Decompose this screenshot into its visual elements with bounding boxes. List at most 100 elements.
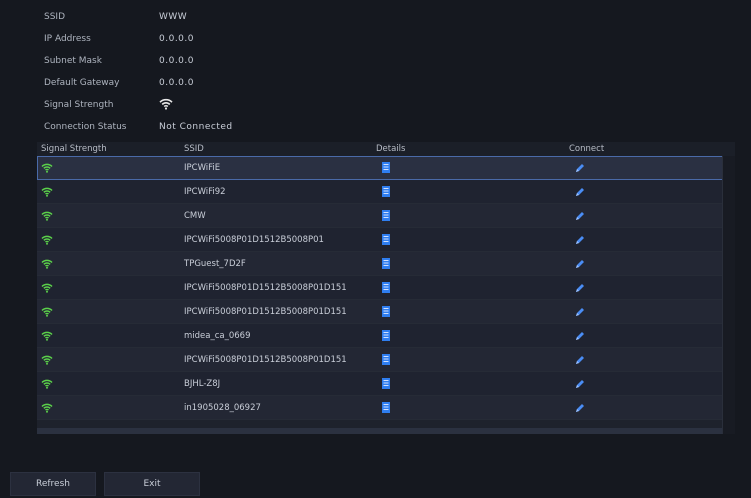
connection-status-value: Not Connected [159,122,233,132]
details-icon[interactable] [382,258,390,269]
ssid-cell: CMW [184,210,206,221]
table-row[interactable]: CMW [37,204,723,228]
details-cell [376,162,569,173]
connect-cell [569,355,709,365]
signal-cell [37,379,184,389]
table-row[interactable]: in1905028_06927 [37,396,723,420]
exit-button[interactable]: Exit [104,472,200,496]
table-body: IPCWiFiE IPCWiFi92 CMW IPCWiFi5008P01D1512B… [37,156,723,420]
details-cell [376,210,569,221]
details-icon[interactable] [382,210,390,221]
table-row[interactable]: IPCWiFi5008P01D1512B5008P01D151 [37,276,723,300]
vertical-scrollbar[interactable] [722,156,735,434]
details-cell [376,306,569,317]
pen-icon[interactable] [575,283,585,293]
details-cell [376,378,569,389]
details-cell [376,402,569,413]
table-row[interactable]: TPGuest_7D2F [37,252,723,276]
details-icon[interactable] [382,306,390,317]
refresh-button[interactable]: Refresh [10,472,96,496]
details-icon[interactable] [382,402,390,413]
wifi-signal-icon [41,355,53,365]
connect-cell [569,235,709,245]
details-cell [376,282,569,293]
wifi-signal-icon [41,235,53,245]
header-signal-strength: Signal Strength [41,144,107,154]
table-row[interactable]: IPCWiFiE [37,156,723,180]
pen-icon[interactable] [575,379,585,389]
details-cell [376,330,569,341]
pen-icon[interactable] [575,307,585,317]
info-row-ip: IP Address 0.0.0.0 [44,28,233,50]
wifi-signal-icon [41,331,53,341]
signal-cell [37,331,184,341]
ssid-label: SSID [44,12,66,22]
signal-cell [37,211,184,221]
pen-icon[interactable] [575,187,585,197]
subnet-mask-label: Subnet Mask [44,56,102,66]
info-row-mask: Subnet Mask 0.0.0.0 [44,50,233,72]
table-header: Signal Strength SSID Details Connect [37,142,735,157]
details-cell [376,186,569,197]
ssid-cell: IPCWiFiE [184,162,221,173]
connect-cell [569,403,709,413]
details-icon[interactable] [382,234,390,245]
table-row[interactable]: IPCWiFi92 [37,180,723,204]
wifi-signal-icon [159,98,173,113]
connect-cell [569,283,709,293]
horizontal-scrollbar[interactable] [37,428,723,434]
connect-cell [569,307,709,317]
default-gateway-label: Default Gateway [44,78,120,88]
ip-address-label: IP Address [44,34,91,44]
wifi-signal-icon [41,259,53,269]
header-ssid: SSID [184,144,204,154]
ssid-cell: midea_ca_0669 [184,330,251,341]
details-cell [376,234,569,245]
ssid-cell: IPCWiFi5008P01D1512B5008P01D151 [184,354,347,365]
pen-icon[interactable] [575,235,585,245]
signal-cell [37,403,184,413]
pen-icon[interactable] [575,355,585,365]
connect-cell [569,187,709,197]
connect-cell [569,163,709,173]
details-cell [376,354,569,365]
details-icon[interactable] [382,282,390,293]
pen-icon[interactable] [575,163,585,173]
ssid-cell: IPCWiFi5008P01D1512B5008P01D151 [184,306,347,317]
details-icon[interactable] [382,162,390,173]
info-row-ssid: SSID WWW [44,6,233,28]
subnet-mask-value: 0.0.0.0 [159,56,194,66]
info-row-signal: Signal Strength [44,94,233,116]
details-cell [376,258,569,269]
connection-status-label: Connection Status [44,122,127,132]
default-gateway-value: 0.0.0.0 [159,78,194,88]
pen-icon[interactable] [575,331,585,341]
table-row[interactable]: midea_ca_0669 [37,324,723,348]
details-icon[interactable] [382,330,390,341]
signal-cell [37,187,184,197]
header-connect: Connect [569,144,605,154]
details-icon[interactable] [382,186,390,197]
table-row[interactable]: IPCWiFi5008P01D1512B5008P01 [37,228,723,252]
pen-icon[interactable] [575,211,585,221]
info-row-status: Connection Status Not Connected [44,116,233,138]
signal-strength-label: Signal Strength [44,100,114,110]
pen-icon[interactable] [575,403,585,413]
wifi-signal-icon [41,211,53,221]
signal-cell [37,235,184,245]
wifi-signal-icon [41,187,53,197]
connect-cell [569,331,709,341]
wifi-network-table: Signal Strength SSID Details Connect IPC… [37,142,735,434]
ssid-cell: IPCWiFi5008P01D1512B5008P01 [184,234,324,245]
pen-icon[interactable] [575,259,585,269]
details-icon[interactable] [382,378,390,389]
signal-cell [37,163,184,173]
footer-bar: Refresh Exit [0,472,751,498]
wifi-signal-icon [41,403,53,413]
signal-cell [37,307,184,317]
table-row[interactable]: IPCWiFi5008P01D1512B5008P01D151 [37,300,723,324]
table-row[interactable]: BJHL-Z8J [37,372,723,396]
table-row[interactable]: IPCWiFi5008P01D1512B5008P01D151 [37,348,723,372]
wifi-signal-icon [41,283,53,293]
details-icon[interactable] [382,354,390,365]
